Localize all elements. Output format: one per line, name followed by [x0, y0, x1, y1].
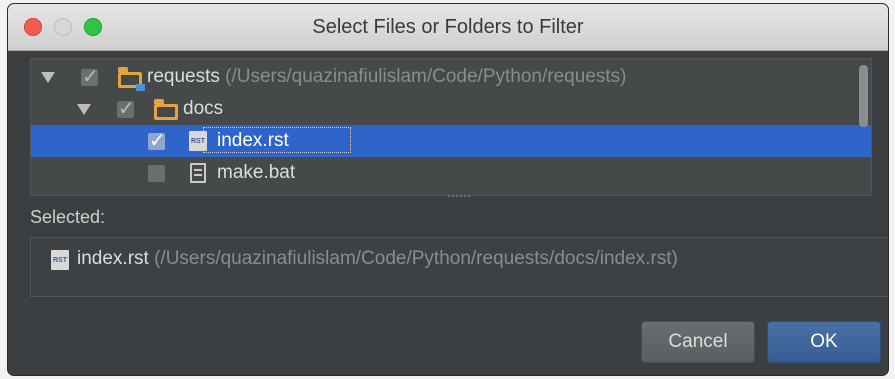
tree-item-label: docs: [183, 98, 224, 119]
checkbox-index-rst[interactable]: ✓: [148, 128, 166, 152]
selected-files-list: RST index.rst (/Users/quazinafiulislam/C…: [30, 237, 888, 297]
checkbox-docs[interactable]: ✓: [117, 96, 135, 120]
tree-scrollbar[interactable]: [859, 65, 868, 127]
chevron-down-icon[interactable]: [41, 72, 55, 83]
rst-file-icon: RST: [189, 131, 207, 151]
tree-row-docs[interactable]: ✓ docs: [31, 93, 871, 125]
window-title: Select Files or Folders to Filter: [312, 16, 584, 38]
tree-item-label: index.rst: [217, 130, 289, 151]
file-tree[interactable]: ✓ requests (/Users/quazinafiulislam/Code…: [30, 58, 872, 196]
selected-heading: Selected:: [30, 207, 106, 227]
ok-button[interactable]: OK: [767, 321, 881, 363]
dialog-window: Select Files or Folders to Filter ✓ requ…: [8, 4, 888, 375]
tree-item-label: make.bat: [217, 162, 296, 183]
folder-icon: [154, 99, 178, 120]
tree-item-path: (/Users/quazinafiulislam/Code/Python/req…: [225, 66, 627, 87]
text-file-icon: [190, 163, 206, 183]
splitter-handle[interactable]: [448, 195, 470, 201]
tree-row-index-rst[interactable]: ✓ RST index.rst: [31, 125, 871, 157]
selected-file-name: index.rst: [77, 248, 149, 269]
tree-row-make-bat[interactable]: make.bat: [31, 157, 871, 189]
rst-file-icon: RST: [51, 250, 69, 270]
cancel-button[interactable]: Cancel: [641, 321, 755, 363]
chevron-down-icon[interactable]: [77, 104, 91, 115]
tree-item-label: requests: [147, 66, 220, 87]
title-bar: Select Files or Folders to Filter: [8, 4, 888, 51]
folder-icon: [118, 67, 145, 91]
selected-file-path: (/Users/quazinafiulislam/Code/Python/req…: [154, 248, 678, 269]
tree-row-requests[interactable]: ✓ requests (/Users/quazinafiulislam/Code…: [31, 61, 871, 93]
checkbox-make-bat[interactable]: [148, 165, 165, 182]
checkbox-requests[interactable]: ✓: [81, 64, 99, 88]
